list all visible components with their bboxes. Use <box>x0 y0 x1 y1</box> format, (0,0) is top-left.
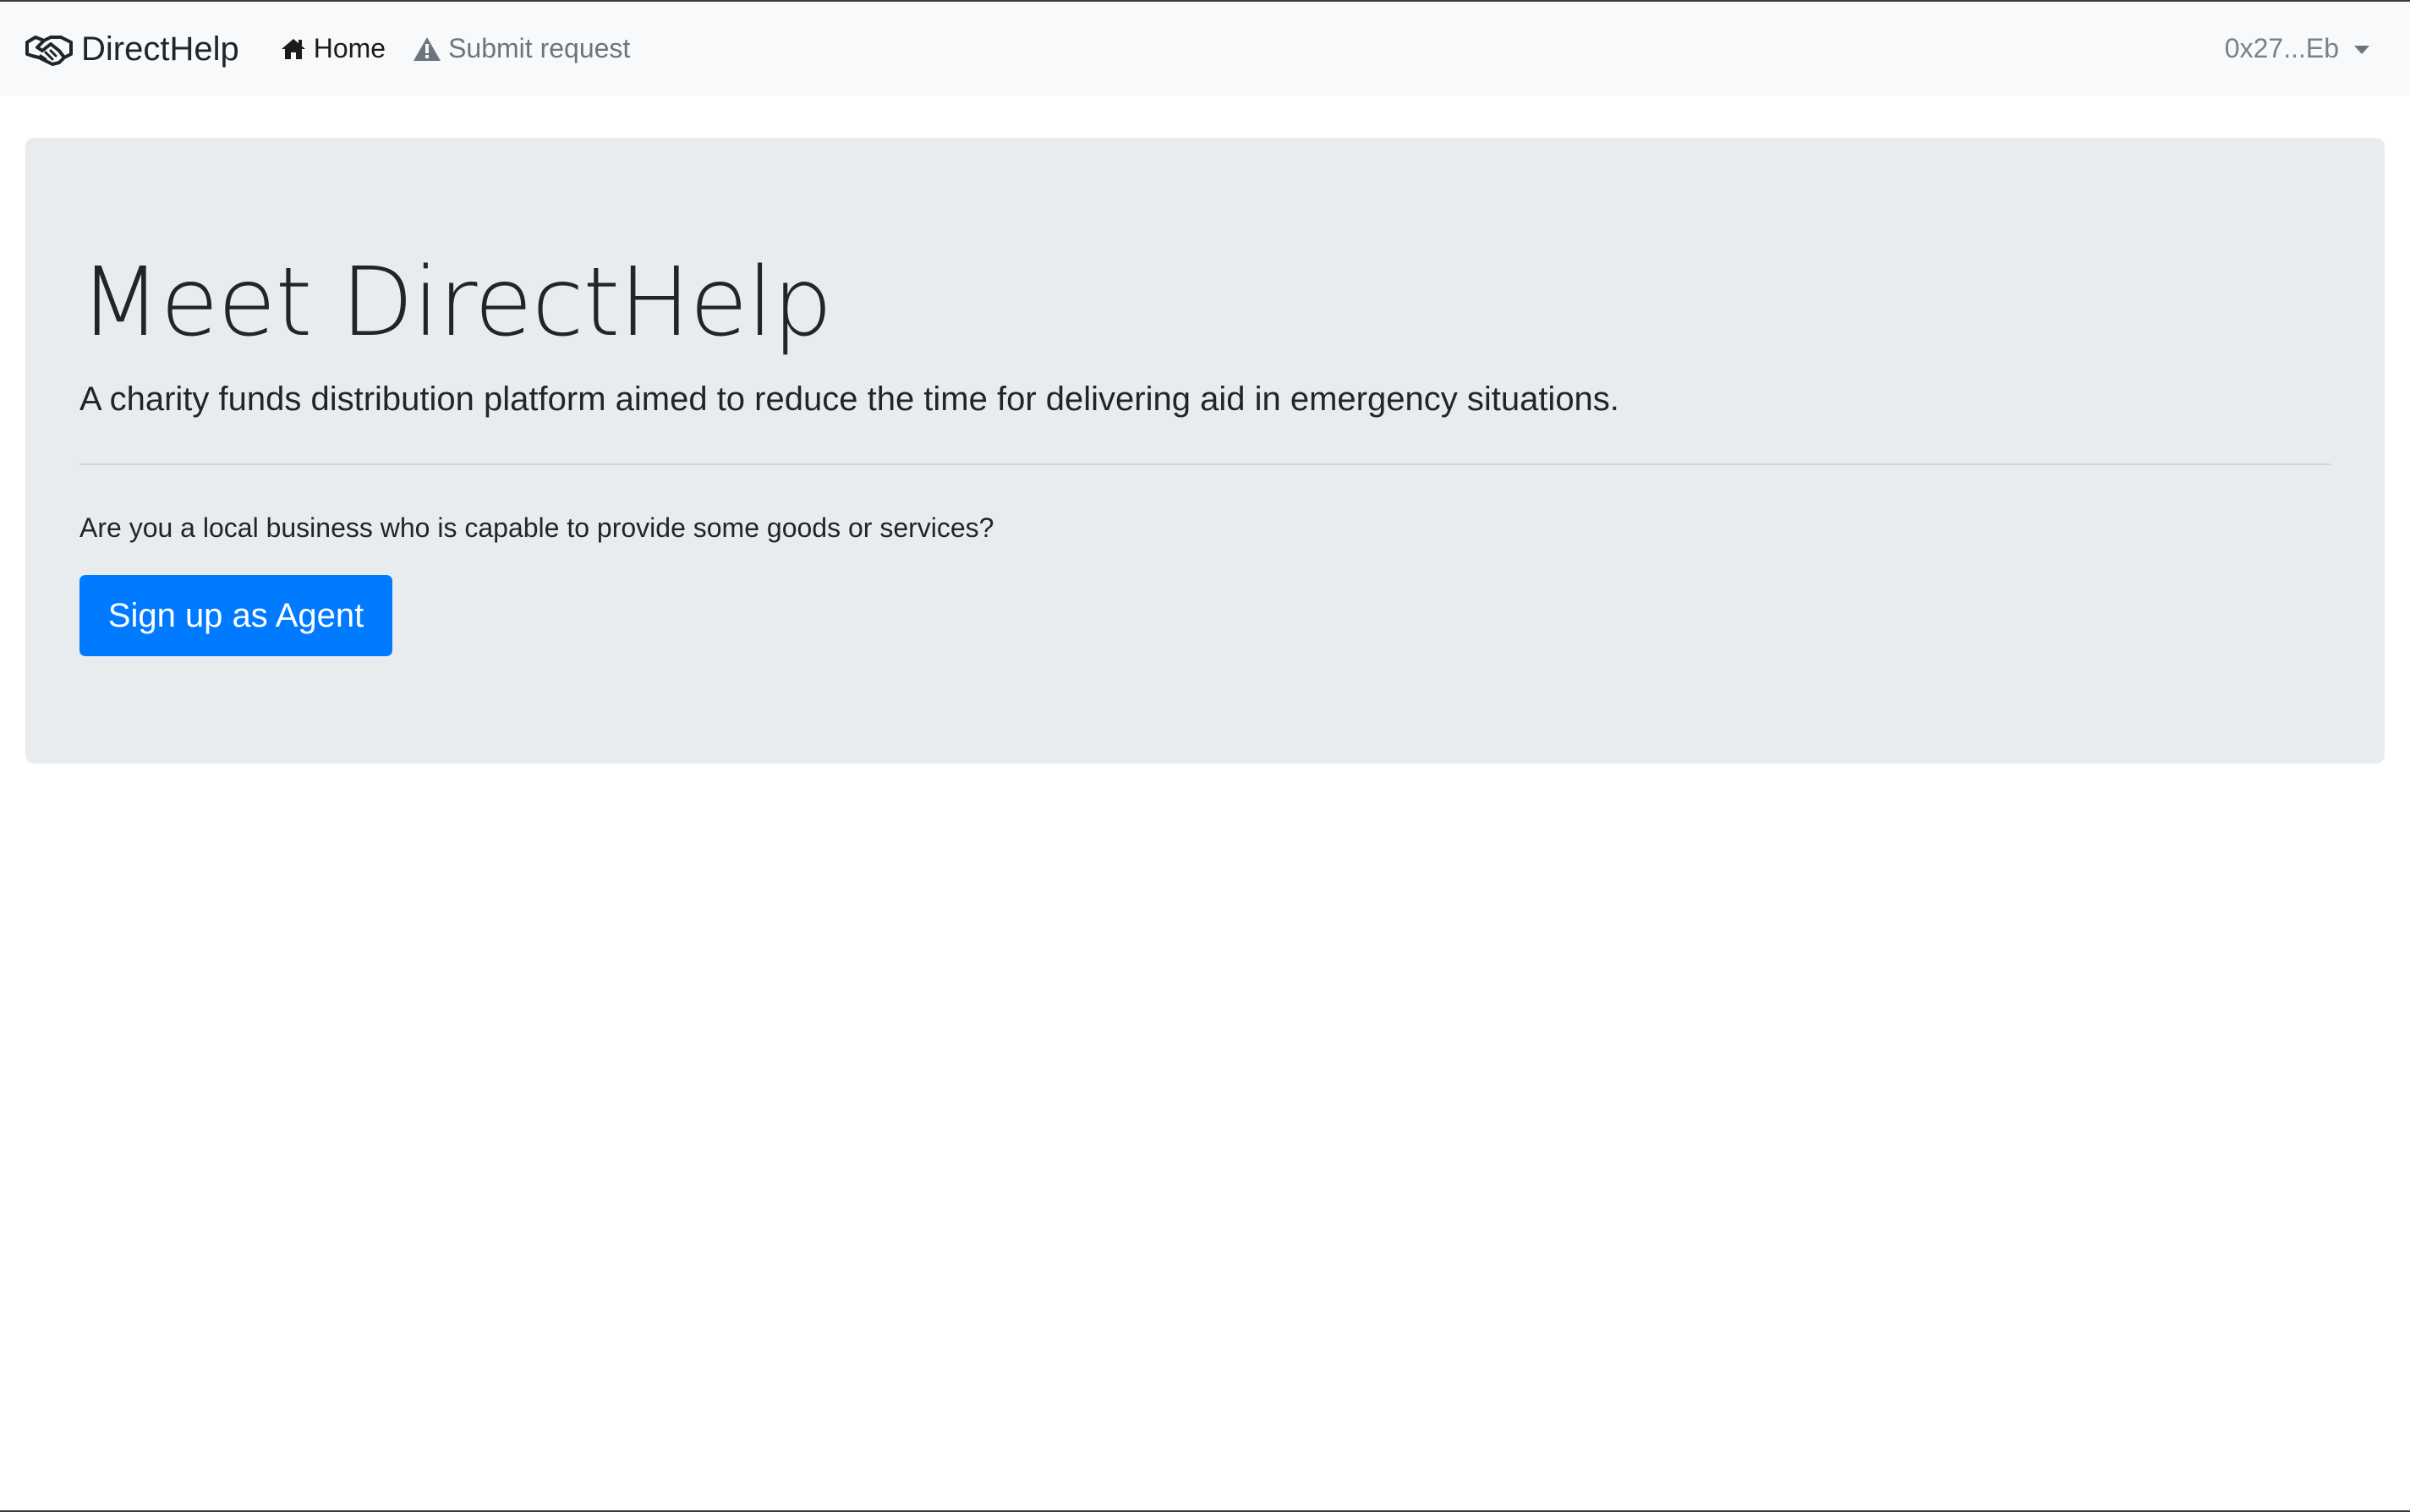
caret-down-icon <box>2354 45 2369 54</box>
sign-up-agent-button[interactable]: Sign up as Agent <box>79 575 392 656</box>
home-icon <box>280 37 307 61</box>
hero-lead: A charity funds distribution platform ai… <box>79 381 1619 418</box>
hero-divider <box>79 463 2331 465</box>
warning-icon <box>413 36 441 62</box>
agent-question: Are you a local business who is capable … <box>79 512 994 543</box>
hero-title: Meet DirectHelp <box>79 248 833 358</box>
account-address: 0x27...Eb <box>2224 33 2339 63</box>
main-nav: Home Submit request <box>280 33 658 64</box>
hero-jumbotron: Meet DirectHelp A charity funds distribu… <box>25 138 2385 764</box>
nav-submit-request-link[interactable]: Submit request <box>413 33 630 64</box>
brand-name: DirectHelp <box>81 30 239 68</box>
nav-home-link[interactable]: Home <box>280 33 386 64</box>
top-navbar: DirectHelp Home Submit request 0x27...Eb <box>0 2 2410 96</box>
nav-home-label: Home <box>313 33 386 63</box>
account-dropdown[interactable]: 0x27...Eb <box>2225 2 2369 96</box>
brand-link[interactable]: DirectHelp <box>25 32 239 66</box>
nav-submit-request-label: Submit request <box>448 33 631 63</box>
handshake-icon <box>25 32 73 66</box>
